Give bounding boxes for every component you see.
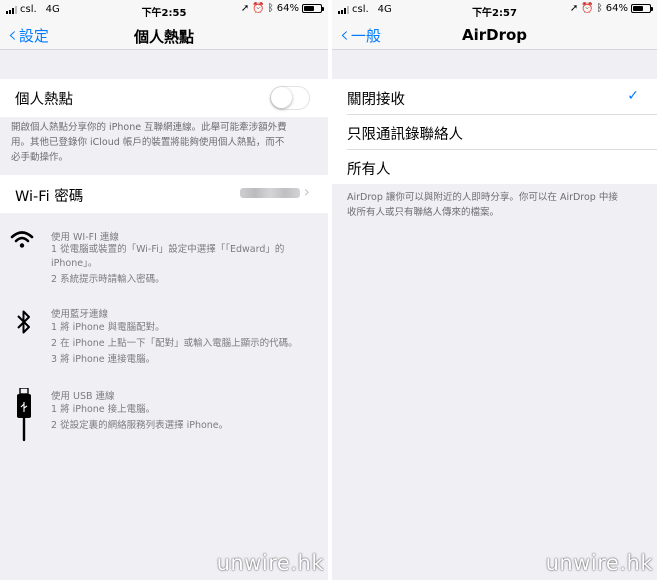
page-title: AirDrop	[461, 26, 528, 44]
method-step: 1 從電腦或裝置的「Wi-Fi」設定中選擇「「Edward」的	[51, 244, 285, 255]
method-step: 1 將 iPhone 接上電腦。	[51, 404, 156, 415]
method-step: 2 在 iPhone 上點一下「配對」或輸入電腦上顯示的代碼。	[51, 338, 298, 349]
checkmark-icon: ✓	[627, 88, 639, 104]
hotspot-screen: csl. 4G 下午2:55 ➚ ⏰ ᛒ 64% ‹ 設定 個人熱點 個人熱點 …	[0, 0, 328, 580]
airdrop-description-line: AirDrop 讓你可以與附近的人即時分享。你可以在 AirDrop 中接	[347, 192, 618, 203]
alarm-icon: ⏰	[581, 3, 594, 14]
option-receiving-off[interactable]: 關閉接收 ✓	[332, 79, 657, 114]
option-everyone[interactable]: 所有人	[332, 150, 657, 184]
method-step: 2 從設定裏的網絡服務列表選擇 iPhone。	[51, 420, 229, 431]
option-label: 只限通訊錄聯絡人	[347, 127, 463, 143]
wifi-password-row[interactable]: Wi-Fi 密碼 ›	[0, 175, 328, 213]
airdrop-description-line: 收所有人或只有聯絡人傳來的檔案。	[347, 207, 500, 218]
hotspot-description-line: 用。其他已登錄你 iCloud 帳戶的裝置將能夠使用個人熱點，而不	[11, 137, 285, 148]
bluetooth-status-icon: ᛒ	[596, 3, 603, 14]
option-contacts-only[interactable]: 只限通訊錄聯絡人	[332, 115, 657, 149]
bluetooth-status-icon: ᛒ	[267, 3, 274, 14]
hotspot-description: 開啟個人熱點分享你的 iPhone 互聯網連線。此舉可能牽涉額外費 用。其他已登…	[11, 120, 316, 165]
wifi-icon	[10, 229, 38, 253]
bluetooth-icon	[16, 309, 44, 339]
toggle-knob	[271, 87, 292, 108]
battery-icon	[631, 4, 653, 13]
method-title: 使用藍牙連線	[51, 309, 109, 320]
chevron-right-icon: ›	[303, 182, 310, 201]
page-title: 個人熱點	[133, 28, 194, 46]
wifi-password-label: Wi-Fi 密碼	[15, 189, 84, 205]
option-label: 所有人	[347, 162, 391, 178]
airdrop-screen: csl. 4G 下午2:57 ➚ ⏰ ᛒ 64% ‹ 一般 AirDrop 關閉…	[332, 0, 657, 580]
navigation-bar: ‹ 一般 AirDrop	[332, 20, 657, 50]
location-icon: ➚	[569, 3, 579, 14]
status-bar: csl. 4G 下午2:57 ➚ ⏰ ᛒ 64%	[332, 0, 657, 20]
method-step: 3 將 iPhone 連接電腦。	[51, 354, 156, 365]
option-label: 關閉接收	[347, 92, 405, 108]
usb-icon	[15, 387, 43, 446]
battery-icon	[302, 4, 324, 13]
watermark: unwire.hk	[216, 551, 324, 575]
wifi-password-value-obscured	[240, 188, 300, 198]
method-title: 使用 USB 連線	[51, 391, 115, 402]
airdrop-description: AirDrop 讓你可以與附近的人即時分享。你可以在 AirDrop 中接 收所…	[347, 190, 645, 220]
battery-percent: 64%	[276, 3, 299, 14]
method-step: 1 將 iPhone 與電腦配對。	[51, 322, 165, 333]
navigation-bar: ‹ 設定 個人熱點	[0, 20, 328, 50]
method-step: iPhone」。	[51, 258, 98, 269]
hotspot-label: 個人熱點	[15, 92, 73, 108]
watermark: unwire.hk	[545, 551, 653, 575]
hotspot-row: 個人熱點	[0, 79, 328, 117]
hotspot-toggle[interactable]	[270, 86, 310, 110]
method-step: 2 系統提示時請輸入密碼。	[51, 274, 165, 285]
hotspot-description-line: 開啟個人熱點分享你的 iPhone 互聯網連線。此舉可能牽涉額外費	[11, 122, 287, 133]
hotspot-description-line: 必手動操作。	[11, 152, 69, 163]
airdrop-options-group: 關閉接收 ✓ 只限通訊錄聯絡人 所有人	[332, 79, 657, 184]
alarm-icon: ⏰	[252, 3, 265, 14]
status-bar: csl. 4G 下午2:55 ➚ ⏰ ᛒ 64%	[0, 0, 328, 20]
method-title: 使用 WI-FI 連線	[51, 232, 119, 243]
location-icon: ➚	[240, 3, 250, 14]
battery-percent: 64%	[605, 3, 628, 14]
